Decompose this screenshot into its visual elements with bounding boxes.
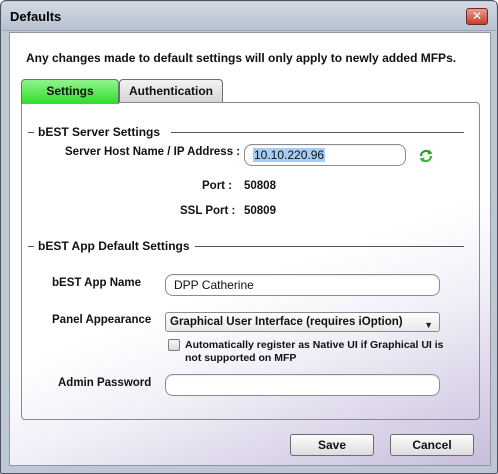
tab-settings[interactable]: Settings [21, 79, 119, 104]
title-bar[interactable]: Defaults ✕ [2, 2, 496, 31]
app-name-input[interactable]: DPP Catherine [165, 274, 440, 296]
app-section-title: bEST App Default Settings [38, 239, 190, 253]
section-divider [195, 246, 464, 247]
ssl-port-label: SSL Port : [180, 205, 236, 217]
admin-password-input[interactable] [165, 374, 440, 396]
dialog-body: Any changes made to default settings wil… [9, 32, 491, 466]
app-name-label: bEST App Name [52, 277, 142, 289]
section-divider [171, 132, 464, 133]
chevron-down-icon: ▼ [424, 320, 433, 330]
close-button[interactable]: ✕ [466, 8, 488, 25]
port-value: 50808 [244, 180, 276, 192]
host-value: 10.10.220.96 [253, 148, 326, 162]
panel-appearance-select[interactable]: Graphical User Interface (requires iOpti… [165, 312, 440, 332]
section-divider [28, 132, 34, 133]
native-ui-checkbox-label: Automatically register as Native UI if G… [185, 339, 444, 364]
close-icon: ✕ [471, 9, 483, 23]
save-button[interactable]: Save [290, 434, 374, 456]
host-label: Server Host Name / IP Address : [65, 146, 241, 158]
defaults-window: Defaults ✕ Any changes made to default s… [0, 0, 498, 474]
notice-text: Any changes made to default settings wil… [26, 51, 457, 65]
refresh-icon[interactable] [418, 148, 434, 164]
section-divider [28, 246, 34, 247]
settings-panel: bEST Server Settings Server Host Name / … [21, 102, 480, 420]
panel-appearance-value: Graphical User Interface (requires iOpti… [170, 316, 403, 328]
window-title: Defaults [10, 9, 62, 24]
port-label: Port : [202, 180, 233, 192]
ssl-port-value: 50809 [244, 205, 276, 217]
tab-authentication[interactable]: Authentication [119, 79, 223, 103]
host-input[interactable]: 10.10.220.96 [244, 144, 406, 166]
native-ui-checkbox[interactable] [168, 339, 180, 351]
server-section-title: bEST Server Settings [38, 125, 161, 139]
panel-appearance-label: Panel Appearance [52, 314, 152, 326]
admin-password-label: Admin Password [58, 377, 152, 389]
cancel-button[interactable]: Cancel [390, 434, 474, 456]
